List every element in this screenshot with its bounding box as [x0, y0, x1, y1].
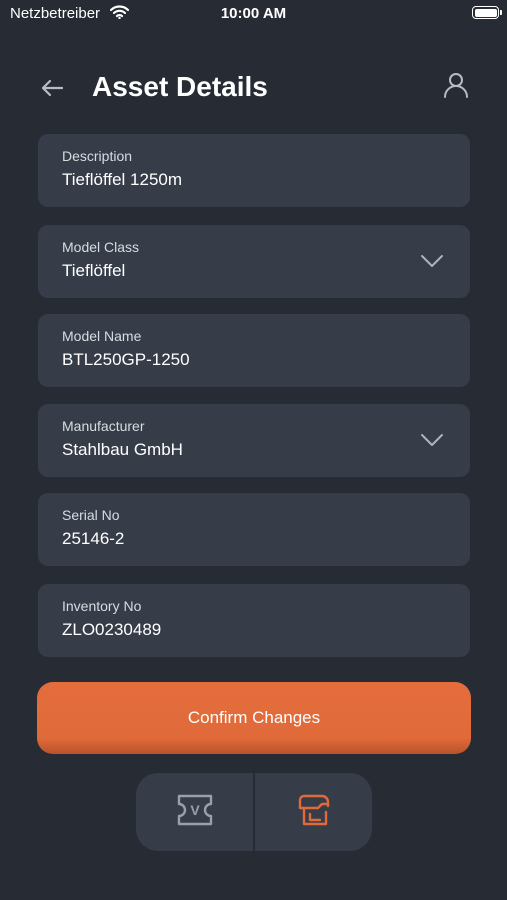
- model-class-dropdown[interactable]: Model Class Tieflöffel: [38, 225, 470, 298]
- battery-icon: [472, 6, 502, 19]
- field-value[interactable]: BTL250GP-1250: [62, 350, 190, 370]
- description-field[interactable]: Description Tieflöffel 1250m: [38, 134, 470, 207]
- field-label: Serial No: [62, 507, 120, 523]
- clock: 10:00 AM: [220, 5, 287, 22]
- field-label: Inventory No: [62, 598, 142, 614]
- serial-no-field[interactable]: Serial No 25146-2: [38, 493, 470, 566]
- chevron-down-icon[interactable]: [420, 432, 444, 448]
- back-arrow-icon[interactable]: [38, 74, 66, 102]
- bottom-nav: V: [136, 773, 372, 851]
- nav-voucher-button[interactable]: V: [136, 773, 253, 851]
- model-name-field[interactable]: Model Name BTL250GP-1250: [38, 314, 470, 387]
- field-label: Model Class: [62, 239, 140, 255]
- field-value[interactable]: ZLO0230489: [62, 620, 161, 640]
- chevron-down-icon[interactable]: [420, 253, 444, 269]
- field-label: Model Name: [62, 328, 142, 344]
- voucher-glyph: V: [190, 802, 200, 818]
- field-label: Manufacturer: [62, 418, 145, 434]
- page-header: Asset Details: [0, 60, 507, 116]
- field-value[interactable]: 25146-2: [62, 529, 124, 549]
- field-value[interactable]: Tieflöffel: [62, 261, 125, 281]
- status-bar: Netzbetreiber 10:00 AM: [0, 0, 507, 28]
- field-value[interactable]: Stahlbau GmbH: [62, 440, 183, 460]
- asset-scan-icon: [294, 790, 334, 835]
- inventory-no-field[interactable]: Inventory No ZLO0230489: [38, 584, 470, 657]
- user-profile-icon[interactable]: [441, 70, 471, 100]
- voucher-icon: V: [173, 790, 217, 835]
- nav-asset-scan-button[interactable]: [255, 773, 372, 851]
- page-title: Asset Details: [92, 71, 268, 102]
- field-label: Description: [62, 148, 133, 164]
- field-value[interactable]: Tieflöffel 1250m: [62, 170, 182, 190]
- confirm-changes-button[interactable]: Confirm Changes: [37, 682, 471, 754]
- manufacturer-dropdown[interactable]: Manufacturer Stahlbau GmbH: [38, 404, 470, 477]
